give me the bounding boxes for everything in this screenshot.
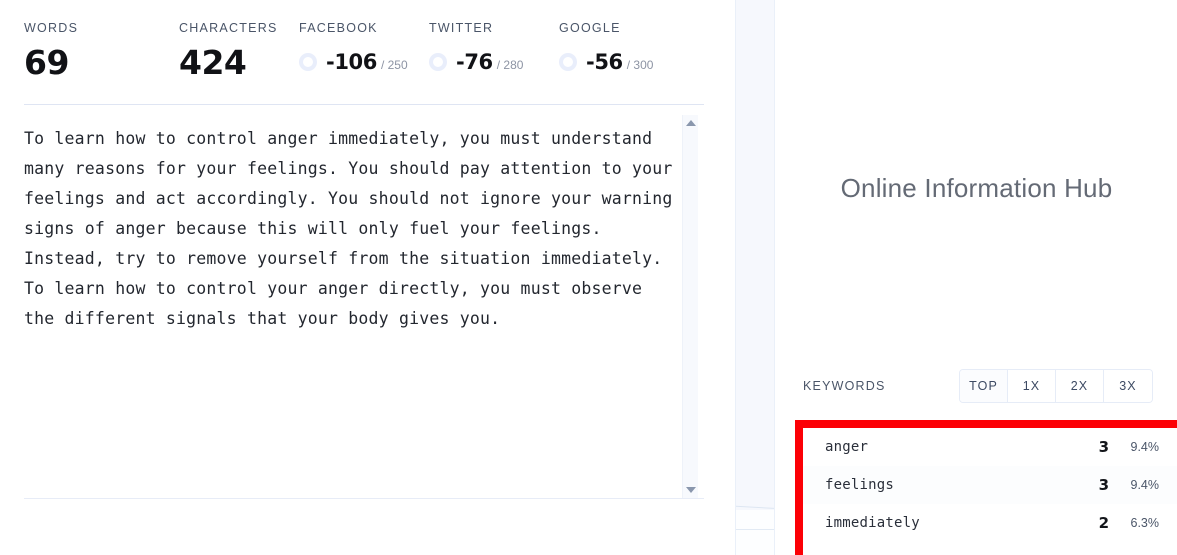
gutter-lower-fill xyxy=(736,510,774,555)
keywords-filter-1x[interactable]: 1X xyxy=(1008,370,1056,402)
stats-row: WORDS 69 CHARACTERS 424 FACEBOOK -106 / … xyxy=(0,0,735,104)
panel-gutter xyxy=(735,0,775,555)
keywords-table-surface: anger 3 9.4% feelings 3 9.4% immediately… xyxy=(803,428,1177,555)
triangle-up-icon[interactable] xyxy=(685,120,696,126)
stat-twitter-value: -76 xyxy=(456,49,493,74)
stat-google-limit: / 300 xyxy=(626,58,654,72)
keyword-count: 3 xyxy=(1098,476,1109,494)
keywords-title: KEYWORDS xyxy=(803,379,886,393)
stat-google-value: -56 xyxy=(586,49,623,74)
keywords-filter-2x[interactable]: 2X xyxy=(1056,370,1104,402)
triangle-down-icon[interactable] xyxy=(685,487,696,493)
stat-google: GOOGLE -56 / 300 xyxy=(559,0,689,80)
keywords-highlight-box: anger 3 9.4% feelings 3 9.4% immediately… xyxy=(795,420,1177,555)
stat-twitter-value-row: -76 / 280 xyxy=(429,44,523,80)
facebook-progress-ring-icon xyxy=(299,53,317,71)
keyword-word: feelings xyxy=(825,477,895,493)
stat-words: WORDS 69 xyxy=(24,0,179,80)
twitter-progress-ring-icon xyxy=(429,53,447,71)
google-progress-ring-icon xyxy=(559,53,577,71)
stat-google-value-row: -56 / 300 xyxy=(559,44,653,80)
editor-pane: WORDS 69 CHARACTERS 424 FACEBOOK -106 / … xyxy=(0,0,735,555)
editor-bottom-divider xyxy=(24,498,704,499)
keyword-count: 3 xyxy=(1098,438,1109,456)
stat-facebook-value: -106 xyxy=(326,49,377,74)
stat-words-value: 69 xyxy=(24,42,69,82)
gutter-seam-upper xyxy=(736,505,774,510)
table-row[interactable]: anger 3 9.4% xyxy=(803,428,1177,466)
editor-scrollbar[interactable] xyxy=(682,115,698,498)
stat-google-label: GOOGLE xyxy=(559,21,621,35)
keywords-header: KEYWORDS TOP 1X 2X 3X xyxy=(803,369,1153,403)
stat-twitter-limit: / 280 xyxy=(496,58,524,72)
keywords-filter-3x[interactable]: 3X xyxy=(1104,370,1152,402)
stats-divider xyxy=(24,104,704,105)
stat-facebook: FACEBOOK -106 / 250 xyxy=(299,0,429,80)
stat-characters-value: 424 xyxy=(179,42,247,82)
stat-facebook-value-row: -106 / 250 xyxy=(299,44,408,80)
gutter-seam-lower xyxy=(736,529,774,530)
stat-characters-label: CHARACTERS xyxy=(179,21,278,35)
keywords-filter-top[interactable]: TOP xyxy=(960,370,1008,402)
stat-characters: CHARACTERS 424 xyxy=(179,0,299,80)
keyword-word: immediately xyxy=(825,515,920,531)
app-root: WORDS 69 CHARACTERS 424 FACEBOOK -106 / … xyxy=(0,0,1177,555)
keyword-percent: 9.4% xyxy=(1130,478,1160,492)
stat-words-value-row: 69 xyxy=(24,44,69,80)
keywords-table: anger 3 9.4% feelings 3 9.4% immediately… xyxy=(803,428,1177,555)
stat-characters-value-row: 424 xyxy=(179,42,247,82)
document-text-area[interactable]: To learn how to control anger immediatel… xyxy=(24,124,674,490)
stat-facebook-limit: / 250 xyxy=(380,58,408,72)
keyword-percent: 9.4% xyxy=(1130,440,1160,454)
table-row[interactable]: immediately 2 6.3% xyxy=(803,504,1177,542)
keywords-filter-group: TOP 1X 2X 3X xyxy=(959,369,1153,403)
stat-facebook-label: FACEBOOK xyxy=(299,21,378,35)
stat-twitter: TWITTER -76 / 280 xyxy=(429,0,559,80)
keyword-word: anger xyxy=(825,439,869,455)
keyword-count: 2 xyxy=(1098,514,1109,532)
stat-twitter-label: TWITTER xyxy=(429,21,494,35)
hub-title: Online Information Hub xyxy=(840,173,1113,203)
table-row[interactable]: feelings 3 9.4% xyxy=(803,466,1177,504)
keyword-percent: 6.3% xyxy=(1130,516,1160,530)
stat-words-label: WORDS xyxy=(24,21,79,35)
